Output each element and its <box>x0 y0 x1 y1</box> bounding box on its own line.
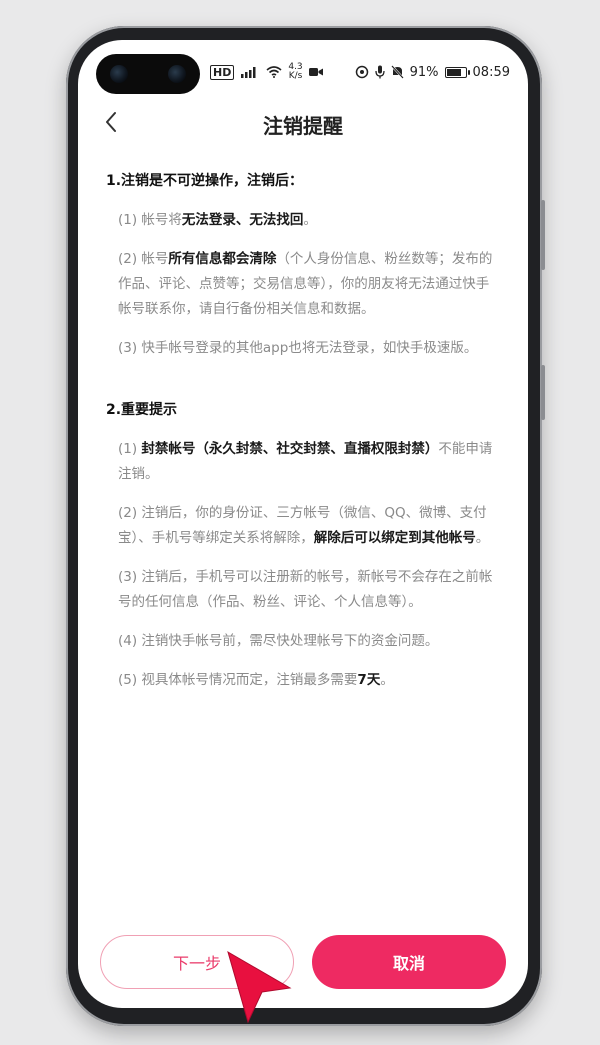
notice-item: (5) 视具体帐号情况而定，注销最多需要7天。 <box>118 668 502 693</box>
speed-unit: K/s <box>288 71 303 81</box>
nfc-icon <box>355 65 368 79</box>
item-text: (1) 帐号将 <box>118 212 182 228</box>
wifi-icon <box>266 66 282 78</box>
battery-fill <box>446 68 462 76</box>
battery-icon <box>444 66 470 78</box>
status-bar: HD 4.3 K/s 91% 08:59 <box>210 60 510 84</box>
phone-screen: HD 4.3 K/s 91% 08:59 注销提醒 1.注销是不可逆操作，注销后… <box>78 40 528 1008</box>
item-text: 。 <box>380 672 394 688</box>
item-emphasis: 无法登录、无法找回 <box>181 212 304 228</box>
item-emphasis: 7天 <box>357 672 381 688</box>
page-header: 注销提醒 <box>78 104 528 144</box>
item-text: 。 <box>475 530 490 546</box>
cell-signal-icon <box>241 67 256 78</box>
camera-lens <box>168 65 186 83</box>
volume-button <box>541 200 545 270</box>
notice-item: (2) 注销后，你的身份证、三方帐号（微信、QQ、微博、支付宝）、手机号等绑定关… <box>118 501 502 551</box>
notice-content: 1.注销是不可逆操作，注销后： (1) 帐号将无法登录、无法找回。 (2) 帐号… <box>106 170 502 707</box>
item-text: (2) 帐号 <box>118 251 169 267</box>
notice-item: (2) 帐号所有信息都会清除（个人身份信息、粉丝数等；发布的作品、评论、点赞等；… <box>118 247 502 322</box>
item-text: (4) 注销快手帐号前，需尽快处理帐号下的资金问题。 <box>118 633 439 649</box>
section-1-title: 1.注销是不可逆操作，注销后： <box>106 173 304 189</box>
hd-badge: HD <box>210 64 235 80</box>
notice-item: (1) 封禁帐号（永久封禁、社交封禁、直播权限封禁）不能申请注销。 <box>118 437 502 487</box>
video-record-icon <box>308 68 323 76</box>
next-step-button[interactable]: 下一步 <box>100 935 294 989</box>
item-text: (3) 快手帐号登录的其他app也将无法登录，如快手极速版。 <box>118 340 478 356</box>
camera-cutout <box>96 54 200 94</box>
item-emphasis: 所有信息都会清除 <box>168 251 277 267</box>
item-emphasis: 封禁帐号（永久封禁、社交封禁、直播权限封禁） <box>141 441 439 457</box>
section-2-title: 2.重要提示 <box>106 402 178 418</box>
network-speed: 4.3 K/s <box>288 63 302 81</box>
action-buttons: 下一步 取消 <box>100 935 506 991</box>
item-text: (3) 注销后，手机号可以注册新的帐号，新帐号不会存在之前帐号的任何信息（作品、… <box>118 569 493 610</box>
cancel-button[interactable]: 取消 <box>312 935 506 989</box>
item-emphasis: 解除后可以绑定到其他帐号 <box>313 530 476 546</box>
notice-item: (3) 快手帐号登录的其他app也将无法登录，如快手极速版。 <box>118 336 502 361</box>
status-right: 91% 08:59 <box>355 65 510 80</box>
power-button <box>541 365 545 420</box>
page-title: 注销提醒 <box>263 114 343 138</box>
status-left: HD 4.3 K/s <box>210 63 323 81</box>
clock: 08:59 <box>472 64 510 80</box>
camera-lens <box>110 65 128 83</box>
item-text: (5) 视具体帐号情况而定，注销最多需要 <box>118 672 358 688</box>
item-text: 。 <box>303 212 317 228</box>
item-text: (1) <box>118 441 142 457</box>
notice-item: (3) 注销后，手机号可以注册新的帐号，新帐号不会存在之前帐号的任何信息（作品、… <box>118 565 502 615</box>
notice-item: (1) 帐号将无法登录、无法找回。 <box>118 208 502 233</box>
battery-percent: 91% <box>409 64 439 80</box>
mute-bell-icon <box>390 65 404 79</box>
microphone-icon <box>374 65 385 79</box>
notice-item: (4) 注销快手帐号前，需尽快处理帐号下的资金问题。 <box>118 629 502 654</box>
